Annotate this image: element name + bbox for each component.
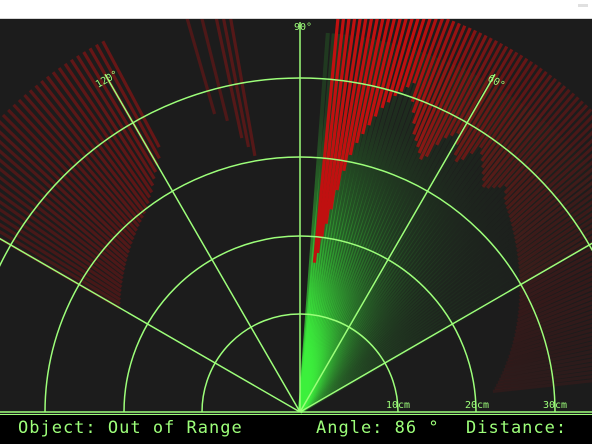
range-label-10cm: 10cm [386,400,410,411]
window-titlebar [0,0,592,19]
range-label-30cm: 30cm [543,400,567,411]
echo-segment [182,7,217,115]
angle-line-120 [104,73,301,413]
radar-app-window: 90° 60° 120° 10cm 20cm 30cm Object: Out … [0,0,592,444]
object-status: Object: Out of Range [18,418,243,438]
angle-label-90: 90° [294,22,312,33]
angle-label-120: 120° [94,69,120,91]
echo-segment [218,0,251,148]
radar-display: 90° 60° 120° 10cm 20cm 30cm [0,0,592,414]
status-bar: Object: Out of Range Angle: 86 ° Distanc… [0,414,592,444]
distance-readout: Distance: [466,418,568,438]
range-label-20cm: 20cm [465,400,489,411]
window-control-icon[interactable] [578,4,588,7]
angle-readout: Angle: 86 ° [316,418,440,438]
